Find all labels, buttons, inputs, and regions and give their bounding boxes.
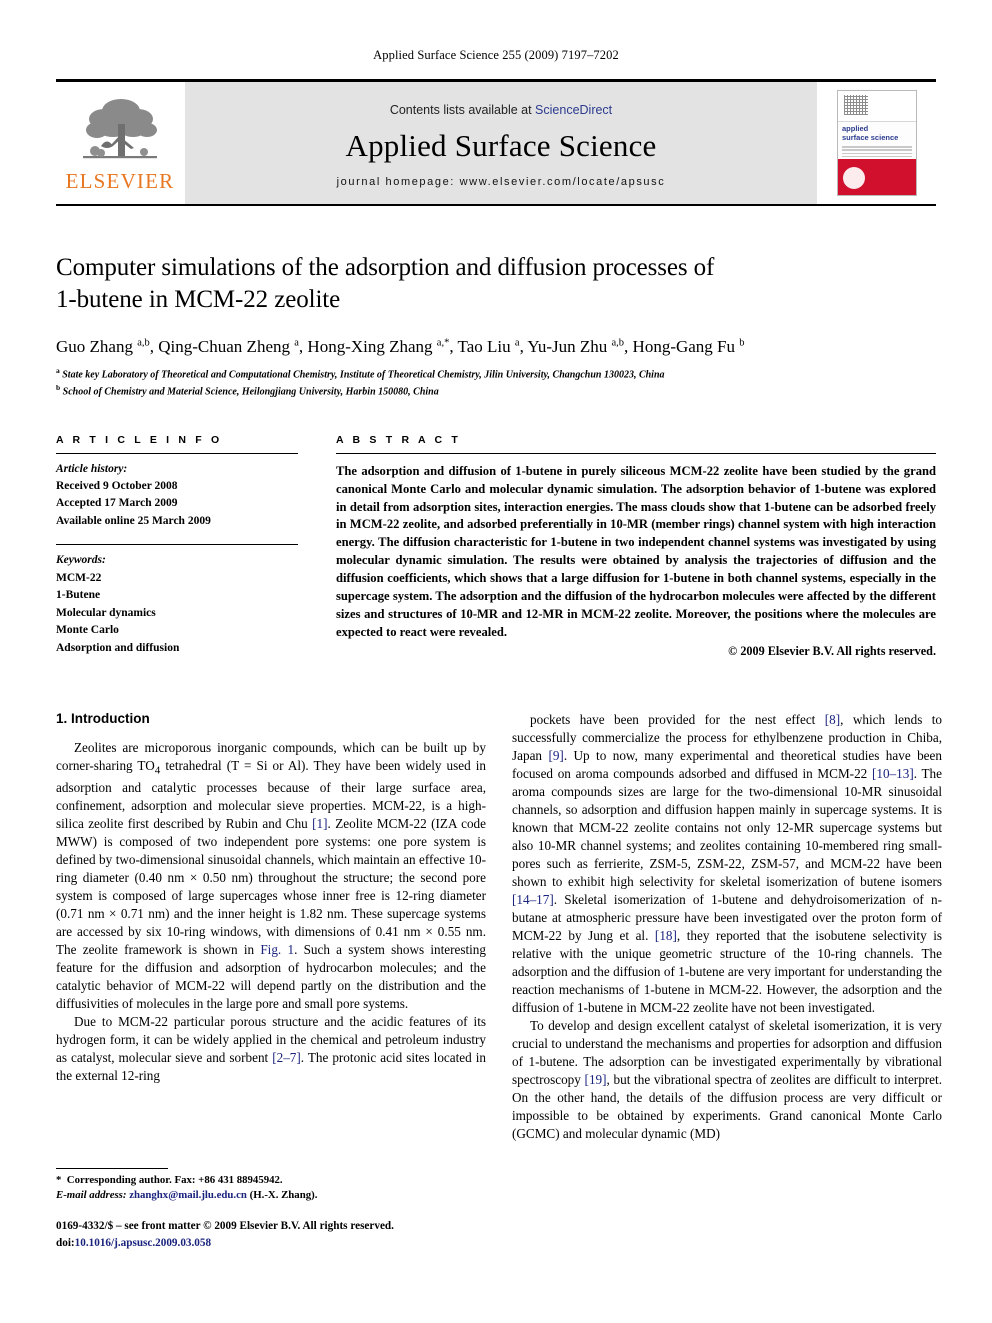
cover-image: applied surface science [837,90,917,196]
cover-top-band [838,91,916,122]
journal-masthead: ELSEVIER Contents lists available at Sci… [56,79,936,206]
footnote-rule [56,1168,168,1169]
journal-title: Applied Surface Science [345,127,657,163]
keyword-item: Adsorption and diffusion [56,641,180,654]
history-item: Available online 25 March 2009 [56,514,211,527]
elsevier-wordmark: ELSEVIER [65,169,175,193]
history-item: Received 9 October 2008 [56,480,178,492]
abstract-column: A B S T R A C T The adsorption and diffu… [336,434,936,671]
page-title: Computer simulations of the adsorption a… [56,252,936,316]
keywords-label: Keywords: [56,554,106,567]
email-line: E-mail address: zhanghx@mail.jlu.edu.cn … [56,1189,318,1202]
title-line-2: 1-butene in MCM-22 zeolite [56,286,341,313]
contents-available-line: Contents lists available at ScienceDirec… [390,103,612,117]
elsevier-tree-icon [83,99,157,159]
paragraph: Zeolites are microporous inorganic compo… [56,740,486,1011]
cover-circle-mark [843,167,865,189]
body-column-left: 1. Introduction Zeolites are microporous… [56,711,486,1143]
section-heading-introduction: 1. Introduction [56,711,150,726]
abstract-text: The adsorption and diffusion of 1-butene… [336,452,936,642]
page-footer: 0169-4332/$ – see front matter © 2009 El… [56,1218,516,1252]
article-history-label: Article history: [56,462,128,475]
doi-line: doi:10.1016/j.apsusc.2009.03.058 [56,1236,212,1249]
cover-red-band [838,159,916,195]
cover-title-text: applied surface science [838,122,916,144]
article-info-heading: A R T I C L E I N F O [56,433,223,446]
keyword-item: Monte Carlo [56,624,119,637]
abstract-heading: A B S T R A C T [336,433,461,446]
keyword-item: 1-Butene [56,589,101,602]
corresponding-author-line: * Corresponding author. Fax: +86 431 889… [56,1174,283,1186]
body-columns: 1. Introduction Zeolites are microporous… [56,711,942,1143]
keyword-item: MCM-22 [56,571,102,584]
cover-title-line2: surface science [842,132,899,142]
affiliation-b-text: School of Chemistry and Material Science… [62,386,439,398]
author-list: Guo Zhang a,b, Qing-Chuan Zheng a, Hong-… [56,337,745,356]
title-block: Computer simulations of the adsorption a… [56,252,936,400]
corresponding-author-footnote: * Corresponding author. Fax: +86 431 889… [56,1168,486,1204]
paragraph: To develop and design excellent catalyst… [512,1018,942,1142]
paragraph: Due to MCM-22 particular porous structur… [56,1013,486,1083]
abstract-copyright: © 2009 Elsevier B.V. All rights reserved… [728,643,936,658]
running-head: Applied Surface Science 255 (2009) 7197–… [373,48,619,62]
history-item: Accepted 17 March 2009 [56,497,178,510]
sciencedirect-link[interactable]: ScienceDirect [535,103,612,117]
journal-homepage[interactable]: journal homepage: www.elsevier.com/locat… [337,176,666,188]
body-column-right: pockets have been provided for the nest … [512,711,942,1143]
affiliation-b: b School of Chemistry and Material Scien… [56,382,439,398]
paper-page: Applied Surface Science 255 (2009) 7197–… [0,0,992,1323]
issn-front-matter: 0169-4332/$ – see front matter © 2009 El… [56,1220,394,1232]
title-line-1: Computer simulations of the adsorption a… [56,254,715,281]
affiliations: a State key Laboratory of Theoretical an… [56,366,936,400]
affiliation-a-text: State key Laboratory of Theoretical and … [62,369,665,381]
masthead-center: Contents lists available at ScienceDirec… [184,82,818,204]
paragraph: pockets have been provided for the nest … [512,712,942,1016]
keywords-group: Keywords: MCM-22 1-Butene Molecular dyna… [56,544,298,671]
contents-prefix: Contents lists available at [389,102,536,117]
keyword-item: Molecular dynamics [56,606,156,619]
elsevier-logo: ELSEVIER [56,82,184,204]
info-abstract-row: A R T I C L E I N F O Article history: R… [56,434,936,671]
article-history-group: Article history: Received 9 October 2008… [56,454,298,545]
cover-hatch-pattern [844,95,868,115]
journal-cover-thumbnail: applied surface science [818,82,936,204]
article-info-column: A R T I C L E I N F O Article history: R… [56,434,298,671]
affiliation-a: a State key Laboratory of Theoretical an… [56,366,665,381]
